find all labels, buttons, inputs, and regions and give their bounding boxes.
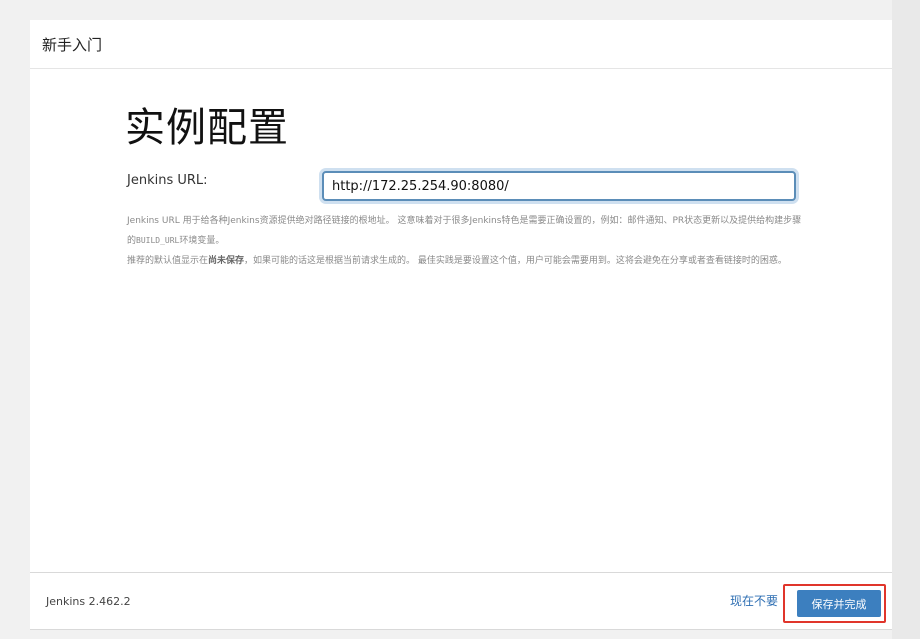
jenkins-version: Jenkins 2.462.2 [46,595,131,608]
save-and-finish-button[interactable]: 保存并完成 [797,590,881,617]
jenkins-url-input[interactable] [322,171,796,201]
build-url-code: BUILD_URL [136,236,180,245]
dialog-header: 新手入门 [30,20,892,69]
window-edge [892,0,920,639]
jenkins-url-label: Jenkins URL: [127,173,208,188]
help-text: Jenkins URL 用于给各种Jenkins资源提供绝对路径链接的根地址。 … [127,211,807,271]
header-title: 新手入门 [42,36,103,54]
setup-dialog: 新手入门 实例配置 Jenkins URL: Jenkins URL 用于给各种… [30,20,892,630]
page-title: 实例配置 [125,105,289,151]
help-paragraph-1: Jenkins URL 用于给各种Jenkins资源提供绝对路径链接的根地址。 … [127,216,802,246]
skip-link[interactable]: 现在不要 [730,592,778,609]
help-paragraph-2: 推荐的默认值显示在尚未保存，如果可能的话这是根据当前请求生成的。 最佳实践是要设… [127,256,787,266]
not-saved-emphasis: 尚未保存 [208,256,245,266]
dialog-footer: Jenkins 2.462.2 现在不要 保存并完成 [30,572,892,630]
